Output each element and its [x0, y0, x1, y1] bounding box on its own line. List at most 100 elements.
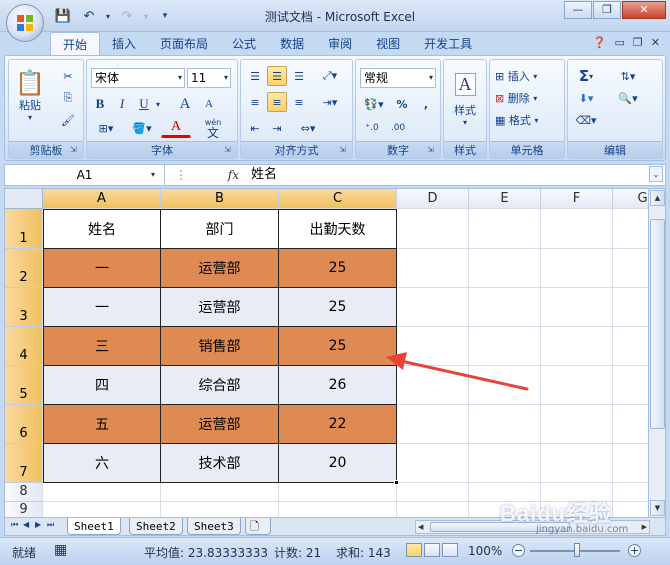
minimize-button[interactable]: —: [564, 1, 592, 19]
clear-icon[interactable]: ⌫▾: [572, 110, 600, 130]
name-box[interactable]: A1: [5, 165, 165, 185]
autosum-button[interactable]: Σ ▾: [572, 66, 600, 86]
scroll-down-icon[interactable]: ▼: [650, 500, 665, 516]
wrap-text-icon[interactable]: ⇥▾: [317, 92, 343, 112]
title-bar: 💾 ↶ ▾ ↷ ▾ ▾ 测试文档 - Microsoft Excel — ❐ ✕: [0, 0, 670, 32]
customize-toolbar-icon[interactable]: ▾: [154, 7, 176, 25]
underline-dropdown-icon[interactable]: ▾: [153, 94, 163, 114]
maximize-button[interactable]: ❐: [593, 1, 621, 19]
zoom-slider-thumb[interactable]: [574, 543, 580, 557]
sheet-tab-sheet2[interactable]: Sheet2: [129, 518, 183, 535]
sheet-tab-sheet1[interactable]: Sheet1: [67, 518, 121, 535]
format-cells-button[interactable]: ▦ 格式 ▾: [494, 110, 560, 130]
tab-insert[interactable]: 插入: [100, 32, 148, 56]
macro-record-icon[interactable]: ▦: [54, 542, 67, 558]
worksheet-grid[interactable]: ABCDEFG 123456789 姓名 部门 出勤天数一运营部 25 一运营部 25 三销…: [4, 188, 649, 518]
italic-button[interactable]: I: [113, 94, 131, 114]
number-format-select[interactable]: 常规 ▾: [360, 68, 436, 88]
fill-icon[interactable]: ⬇▾: [572, 88, 600, 108]
align-right-icon[interactable]: ≡: [289, 92, 309, 112]
formula-bar-handle-icon[interactable]: ⋮: [175, 168, 187, 182]
tab-review[interactable]: 审阅: [316, 32, 364, 56]
save-icon[interactable]: 💾: [52, 7, 74, 25]
scroll-left-icon[interactable]: ◀: [418, 521, 423, 533]
tab-page-layout[interactable]: 页面布局: [148, 32, 220, 56]
insert-sheet-icon[interactable]: 🗋: [245, 518, 271, 535]
font-launcher-icon[interactable]: ⇲: [224, 145, 234, 155]
help-icon[interactable]: ❓: [593, 36, 607, 49]
window-controls: — ❐ ✕: [564, 1, 666, 19]
decrease-indent-icon[interactable]: ⇤: [245, 118, 265, 138]
ribbon-minimize-icon[interactable]: ▭: [615, 36, 625, 49]
last-sheet-icon[interactable]: ⏭: [47, 520, 54, 530]
find-select-icon[interactable]: 🔍▾: [608, 88, 648, 108]
align-center-icon[interactable]: ≡: [267, 92, 287, 112]
tab-view[interactable]: 视图: [364, 32, 412, 56]
align-bottom-icon[interactable]: ☰: [289, 66, 309, 86]
number-launcher-icon[interactable]: ⇲: [427, 145, 437, 155]
first-sheet-icon[interactable]: ⏮: [11, 520, 18, 530]
scroll-up-icon[interactable]: ▲: [650, 190, 665, 206]
fill-color-icon[interactable]: 🪣▾: [127, 118, 157, 138]
undo-dropdown-icon[interactable]: ▾: [104, 7, 112, 25]
alignment-launcher-icon[interactable]: ⇲: [339, 145, 349, 155]
sort-filter-icon[interactable]: ⇅▾: [608, 66, 648, 86]
insert-function-button[interactable]: fx: [228, 168, 239, 182]
cut-icon[interactable]: ✂: [57, 66, 79, 86]
vertical-scroll-thumb[interactable]: [650, 219, 665, 429]
normal-view-icon[interactable]: [406, 543, 422, 557]
scroll-right-icon[interactable]: ▶: [642, 521, 647, 533]
format-painter-icon[interactable]: 🖌: [57, 110, 79, 130]
tab-developer[interactable]: 开发工具: [412, 32, 484, 56]
undo-icon[interactable]: ↶: [78, 7, 100, 25]
styles-button[interactable]: A 样式 ▾: [447, 64, 483, 136]
cells-group: ⊞ 插入 ▾ ⊠ 删除 ▾ ▦ 格式 ▾ 单元格: [489, 59, 565, 159]
copy-icon[interactable]: ⎘: [57, 88, 79, 108]
zoom-out-button[interactable]: −: [512, 544, 525, 557]
paste-button[interactable]: 📋 粘贴 ▾: [13, 64, 47, 126]
zoom-in-button[interactable]: +: [628, 544, 641, 557]
tab-home[interactable]: 开始: [50, 32, 101, 56]
clipboard-launcher-icon[interactable]: ⇲: [70, 145, 80, 155]
increase-indent-icon[interactable]: ⇥: [267, 118, 287, 138]
align-left-icon[interactable]: ≡: [245, 92, 265, 112]
name-box-dropdown-icon[interactable]: ▾: [151, 165, 155, 185]
borders-icon[interactable]: ⊞▾: [91, 118, 121, 138]
redo-icon[interactable]: ↷: [116, 7, 138, 25]
phonetic-guide-button[interactable]: wén 文: [199, 116, 227, 140]
align-top-icon[interactable]: ☰: [245, 66, 265, 86]
font-color-button[interactable]: A: [161, 118, 191, 138]
ribbon-close-icon[interactable]: ✕: [651, 36, 660, 49]
zoom-level[interactable]: 100%: [468, 544, 502, 558]
percent-button[interactable]: %: [392, 94, 412, 114]
shrink-font-button[interactable]: A: [199, 94, 219, 114]
sheet-tab-sheet3[interactable]: Sheet3: [187, 518, 241, 535]
delete-cells-button[interactable]: ⊠ 删除 ▾: [494, 88, 560, 108]
underline-button[interactable]: U: [135, 94, 153, 114]
page-break-view-icon[interactable]: [442, 543, 458, 557]
merge-center-icon[interactable]: ⇔▾: [293, 118, 323, 138]
align-middle-icon[interactable]: ☰: [267, 66, 287, 86]
font-name-select[interactable]: 宋体 ▾: [91, 68, 185, 88]
page-layout-view-icon[interactable]: [424, 543, 440, 557]
orientation-icon[interactable]: ⤢▾: [317, 66, 343, 86]
close-button[interactable]: ✕: [622, 1, 666, 19]
formula-input[interactable]: 姓名: [251, 165, 277, 185]
ribbon-restore-icon[interactable]: ❐: [633, 36, 643, 49]
font-size-select[interactable]: 11 ▾: [187, 68, 231, 88]
tab-formulas[interactable]: 公式: [220, 32, 268, 56]
bold-button[interactable]: B: [91, 94, 109, 114]
tab-data[interactable]: 数据: [268, 32, 316, 56]
currency-icon[interactable]: 💱▾: [360, 94, 388, 114]
insert-cells-button[interactable]: ⊞ 插入 ▾: [494, 66, 560, 86]
decrease-decimal-icon[interactable]: .00: [386, 118, 410, 138]
grow-font-button[interactable]: A: [175, 94, 195, 114]
vertical-scrollbar[interactable]: ▲ ▼: [649, 188, 666, 518]
next-sheet-icon[interactable]: ▶: [35, 520, 41, 529]
prev-sheet-icon[interactable]: ◀: [23, 520, 29, 529]
redo-dropdown-icon[interactable]: ▾: [142, 7, 150, 25]
formula-bar-expand-icon[interactable]: ⌄: [649, 166, 663, 182]
comma-button[interactable]: ,: [416, 94, 436, 114]
increase-decimal-icon[interactable]: ⁺.0: [360, 118, 384, 138]
office-button[interactable]: [6, 4, 44, 42]
